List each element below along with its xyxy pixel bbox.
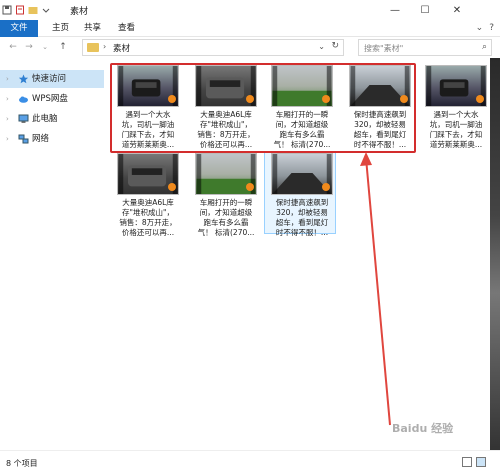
sidebar-item-label: 网络 (32, 134, 50, 144)
maximize-button[interactable]: ☐ (410, 0, 440, 20)
title-bar: 素材 — ☐ ✕ (0, 0, 500, 20)
sidebar-item-this-pc[interactable]: › 此电脑 (0, 110, 104, 128)
chevron-right-icon[interactable]: › (6, 130, 9, 148)
sidebar-item-label: 快速访问 (32, 74, 67, 84)
file-name: 保时捷高速飙到 320，却被轻易 超车，看到尾灯 时不得不服！... (275, 198, 329, 237)
status-bar: 8 个项目 (0, 450, 500, 474)
tab-share[interactable]: 共享 (76, 20, 109, 37)
video-thumbnail (425, 65, 487, 107)
search-placeholder: 搜索"素材" (364, 44, 404, 53)
chevron-down-icon[interactable]: ⌄ (318, 42, 325, 51)
file-name: 遇到一个大水 坑，司机一脚油 门踩下去，才知 道劳斯莱斯奥... (429, 110, 483, 149)
folder-icon (87, 43, 99, 52)
minimize-icon: — (390, 4, 400, 16)
forward-button[interactable]: → (22, 40, 36, 54)
video-file-item[interactable]: 大量奥迪A6L库 存"堆积成山"， 销售：8万开走， 价格还可以再... (112, 146, 184, 240)
video-thumbnail (195, 153, 257, 195)
forward-arrow-icon: → (25, 42, 33, 52)
file-name: 车厢打开的一瞬 间，才知道超级 跑车有多么霸 气！ 标清(270... (197, 198, 255, 237)
breadcrumb-current[interactable]: 素材 (113, 42, 130, 54)
network-icon (18, 134, 29, 144)
save-icon[interactable] (2, 5, 12, 15)
play-icon (476, 95, 484, 103)
help-icon[interactable]: ? (489, 23, 494, 33)
details-view-icon[interactable] (462, 457, 472, 467)
sidebar-item-quick-access[interactable]: › 快速访问 (0, 70, 104, 88)
play-icon (168, 183, 176, 191)
refresh-icon[interactable]: ↻ (331, 41, 339, 51)
star-icon (18, 74, 29, 84)
expand-ribbon-icon[interactable]: ⌄ (476, 23, 484, 33)
tab-file[interactable]: 文件 (0, 20, 38, 37)
chevron-right-icon[interactable]: › (6, 110, 9, 128)
close-button[interactable]: ✕ (440, 0, 474, 20)
up-arrow-icon: ↑ (59, 42, 67, 52)
file-list: 遇到一个大水 坑，司机一脚油 门踩下去，才知 道劳斯莱斯奥... 大量奥迪A6L… (104, 58, 500, 450)
properties-icon[interactable] (15, 5, 25, 15)
sidebar-item-label: WPS网盘 (32, 94, 68, 104)
play-icon (322, 183, 330, 191)
tab-home[interactable]: 主页 (44, 20, 77, 37)
tab-view[interactable]: 查看 (110, 20, 143, 37)
breadcrumb-separator-icon: › (103, 42, 107, 51)
chevron-right-icon[interactable]: › (6, 90, 9, 108)
item-count: 8 个项目 (6, 459, 38, 468)
video-thumbnail (117, 153, 179, 195)
search-icon: ⌕ (481, 42, 487, 52)
video-file-item[interactable]: 车厢打开的一瞬 间，才知道超级 跑车有多么霸 气！ 标清(270... (190, 146, 262, 240)
navigation-pane: › 快速访问 › WPS网盘 › 此电脑 › 网络 (0, 58, 104, 450)
up-button[interactable]: ↑ (56, 40, 70, 54)
close-icon: ✕ (452, 4, 462, 16)
address-bar[interactable]: › 素材 ⌄ ↻ (82, 39, 344, 56)
sidebar-item-wps-cloud[interactable]: › WPS网盘 (0, 90, 104, 108)
chevron-down-icon: ⌄ (42, 43, 48, 51)
window-title: 素材 (70, 7, 89, 17)
minimize-button[interactable]: — (380, 0, 410, 20)
watermark: Baidu 经验 (392, 422, 454, 435)
desktop-background-strip (490, 58, 500, 450)
dropdown-icon[interactable] (41, 5, 51, 15)
chevron-right-icon[interactable]: › (6, 70, 9, 88)
cloud-icon (19, 96, 28, 103)
video-thumbnail (271, 153, 333, 195)
large-icons-view-icon[interactable] (476, 457, 486, 467)
file-name: 大量奥迪A6L库 存"堆积成山"， 销售：8万开走， 价格还可以再... (119, 198, 177, 237)
recent-locations-button[interactable]: ⌄ (38, 40, 52, 54)
quick-access-toolbar (2, 3, 51, 17)
search-input[interactable]: 搜索"素材" ⌕ (358, 39, 492, 56)
play-icon (246, 183, 254, 191)
computer-icon (18, 114, 29, 123)
navigation-bar: ← → ⌄ ↑ › 素材 ⌄ ↻ 搜索"素材" ⌕ (0, 37, 500, 58)
back-arrow-icon: ← (9, 42, 17, 52)
sidebar-item-label: 此电脑 (32, 114, 58, 124)
maximize-icon: ☐ (420, 4, 430, 16)
folder-icon[interactable] (28, 5, 38, 15)
back-button[interactable]: ← (6, 40, 20, 54)
sidebar-item-network[interactable]: › 网络 (0, 130, 104, 148)
video-file-item[interactable]: 遇到一个大水 坑，司机一脚油 门踩下去，才知 道劳斯莱斯奥... (420, 58, 492, 152)
ribbon-tabs: 文件 主页 共享 查看 ⌄ ? (0, 20, 500, 37)
annotation-selection-box (110, 63, 416, 153)
video-file-item[interactable]: 保时捷高速飙到 320，却被轻易 超车，看到尾灯 时不得不服！... (266, 146, 338, 240)
